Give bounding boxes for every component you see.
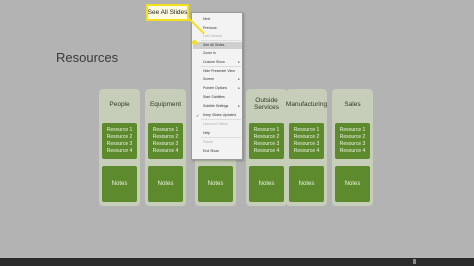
- resources-box: Resource 1Resource 2Resource 3Resource 4: [289, 123, 324, 159]
- menu-separator: [201, 137, 241, 138]
- menu-item-label: Pause: [203, 140, 213, 144]
- menu-item-label: Hide Presenter View: [203, 69, 235, 73]
- resource-item: Resource 4: [106, 148, 133, 154]
- menu-item-screen[interactable]: Screen ▸: [193, 76, 242, 83]
- resource-column: Outside Services Resource 1 Resource 2 Reso…: [246, 89, 287, 206]
- resource-item: Resource 2: [339, 134, 366, 140]
- resource-column: People Resource 1 Resource 2 Resource 3 Reso…: [99, 89, 140, 206]
- menu-item-unrecord-slides[interactable]: Unrecord Slides: [193, 121, 242, 128]
- resource-item: Resource 1: [339, 127, 366, 133]
- menu-item-label: Next: [203, 17, 211, 21]
- resources-box: Resource 1Resource 2Resource 3Resource 4: [148, 123, 183, 159]
- callout-dot: [192, 40, 197, 45]
- menu-item-hide-presenter-view[interactable]: Hide Presenter View: [193, 68, 242, 75]
- resource-item: Resource 1: [152, 127, 179, 133]
- resource-item: Resource 4: [152, 148, 179, 154]
- menu-item-label: Subtitle Settings: [203, 104, 229, 108]
- resources-box: Resource 1Resource 2Resource 3Resource 4: [249, 123, 284, 159]
- notes-box: Notes: [148, 166, 183, 202]
- resource-item: Resource 2: [152, 134, 179, 140]
- menu-item-label: Help: [203, 131, 211, 135]
- menu-item-pointer-options[interactable]: Pointer Options ▸: [193, 85, 242, 92]
- resources-box: Resource 1Resource 2Resource 3Resource 4: [102, 123, 137, 159]
- resource-column: Manufacturing Resource 1 Resource 2 Resourc…: [286, 89, 327, 206]
- menu-item-see-all-slides[interactable]: See All Slides: [193, 42, 242, 49]
- status-bar: [0, 258, 474, 266]
- resource-item: Resource 3: [106, 141, 133, 147]
- menu-item-pause[interactable]: Pause: [193, 139, 242, 146]
- status-indicator: [413, 259, 416, 264]
- menu-item-label: Start Subtitles: [203, 95, 225, 99]
- resource-item: Resource 3: [339, 141, 366, 147]
- menu-item-label: Zoom In: [203, 51, 216, 55]
- menu-separator: [201, 66, 241, 67]
- column-heading: Outside Services: [254, 97, 279, 111]
- resource-item: Resource 3: [293, 141, 320, 147]
- resource-column: Sales Resource 1 Resource 2 Resource 3 Resou…: [332, 89, 373, 206]
- menu-item-label: See All Slides: [203, 43, 225, 47]
- resource-item: Resource 2: [253, 134, 280, 140]
- chevron-right-icon: ▸: [238, 104, 240, 108]
- menu-item-label: Pointer Options: [203, 86, 228, 90]
- column-heading: People: [109, 100, 130, 108]
- chevron-right-icon: ▸: [238, 60, 240, 64]
- menu-item-label: Unrecord Slides: [203, 122, 228, 126]
- resource-item: Resource 1: [293, 127, 320, 133]
- column-heading: Equipment: [149, 100, 182, 108]
- menu-item-label: Custom Show: [203, 60, 225, 64]
- resource-item: Resource 3: [253, 141, 280, 147]
- chevron-right-icon: ▸: [238, 86, 240, 90]
- menu-item-label: End Show: [203, 149, 219, 153]
- menu-item-end-show[interactable]: End Show: [193, 148, 242, 155]
- menu-separator: [201, 40, 241, 41]
- chevron-right-icon: ▸: [238, 77, 240, 81]
- notes-box: Notes: [102, 166, 137, 202]
- slideshow-context-menu: Next Previous Last Viewed See All Slides Zoo…: [191, 12, 243, 160]
- resource-item: Resource 1: [106, 127, 133, 133]
- notes-box: Notes: [335, 166, 370, 202]
- notes-box: Notes: [249, 166, 284, 202]
- menu-item-custom-show[interactable]: Custom Show ▸: [193, 59, 242, 66]
- resource-item: Resource 1: [253, 127, 280, 133]
- resource-item: Resource 4: [339, 148, 366, 154]
- resource-item: Resource 2: [293, 134, 320, 140]
- resource-item: Resource 3: [152, 141, 179, 147]
- menu-separator: [201, 119, 241, 120]
- column-heading: Manufacturing: [285, 100, 328, 108]
- slide-title: Resources: [56, 50, 119, 65]
- resource-item: Resource 4: [253, 148, 280, 154]
- menu-item-label: Screen: [203, 77, 215, 81]
- menu-item-label: Previous: [203, 26, 217, 30]
- resource-column: Equipment Resource 1 Resource 2 Resource 3R…: [145, 89, 186, 206]
- menu-item-start-subtitles[interactable]: Start Subtitles: [193, 94, 242, 101]
- menu-item-label: Keep Slides Updated: [203, 113, 236, 117]
- resource-item: Resource 2: [106, 134, 133, 140]
- checkmark-icon: ✓: [196, 113, 200, 118]
- menu-item-next[interactable]: Next: [193, 16, 242, 23]
- notes-box: Notes: [198, 166, 233, 202]
- menu-item-subtitle-settings[interactable]: Subtitle Settings ▸: [193, 103, 242, 110]
- menu-item-keep-slides-updated[interactable]: Keep Slides Updated ✓: [193, 112, 242, 119]
- menu-item-help[interactable]: Help: [193, 130, 242, 137]
- notes-box: Notes: [289, 166, 324, 202]
- see-all-slides-callout: See All Slides: [146, 4, 189, 21]
- menu-item-last-viewed[interactable]: Last Viewed: [193, 33, 242, 40]
- column-heading: Sales: [344, 100, 361, 108]
- menu-item-zoom-in[interactable]: Zoom In: [193, 50, 242, 57]
- menu-item-label: Last Viewed: [203, 34, 223, 38]
- resources-box: Resource 1Resource 2Resource 3Resource 4: [335, 123, 370, 159]
- resource-item: Resource 4: [293, 148, 320, 154]
